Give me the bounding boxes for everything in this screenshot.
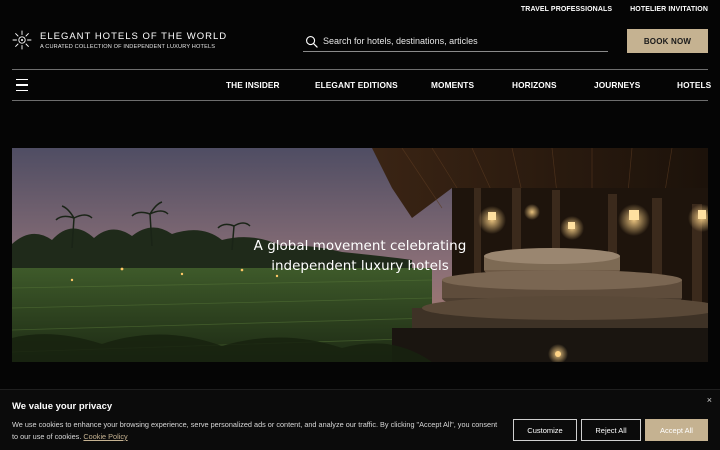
nav-item-hotels[interactable]: HOTELS: [677, 80, 711, 90]
main-navigation: THE INSIDER ELEGANT EDITIONS MOMENTS HOR…: [12, 69, 711, 101]
search-icon[interactable]: [305, 35, 318, 48]
hero-headline: A global movement celebrating independen…: [250, 236, 470, 276]
top-utility-links: TRAVEL PROFESSIONALS HOTELIER INVITATION: [521, 6, 708, 13]
reject-all-button[interactable]: Reject All: [581, 419, 641, 441]
nav-item-journeys[interactable]: JOURNEYS: [594, 80, 640, 90]
travel-professionals-link[interactable]: TRAVEL PROFESSIONALS: [521, 6, 612, 13]
hotelier-invitation-link[interactable]: HOTELIER INVITATION: [630, 6, 708, 13]
nav-item-elegant-editions[interactable]: ELEGANT EDITIONS: [315, 80, 398, 90]
customize-button[interactable]: Customize: [513, 419, 577, 441]
hamburger-menu-icon[interactable]: [16, 79, 28, 91]
nav-item-moments[interactable]: MOMENTS: [431, 80, 474, 90]
site-logo[interactable]: ELEGANT HOTELS OF THE WORLD A CURATED CO…: [12, 30, 227, 50]
hero-headline-line2: independent luxury hotels: [271, 258, 449, 274]
accept-all-button[interactable]: Accept All: [645, 419, 708, 441]
hero-banner: A global movement celebrating independen…: [12, 148, 708, 362]
cookie-title: We value your privacy: [12, 401, 113, 412]
search-bar: [303, 31, 608, 52]
nav-item-the-insider[interactable]: THE INSIDER: [226, 80, 280, 90]
book-now-button[interactable]: BOOK NOW: [627, 29, 708, 53]
close-icon[interactable]: ×: [707, 395, 712, 405]
brand-subtitle: A CURATED COLLECTION OF INDEPENDENT LUXU…: [40, 43, 216, 50]
cookie-description: We use cookies to enhance your browsing …: [12, 419, 504, 443]
nav-item-horizons[interactable]: HORIZONS: [512, 80, 557, 90]
brand-title: ELEGANT HOTELS OF THE WORLD: [40, 30, 228, 42]
search-input[interactable]: [323, 36, 608, 46]
sun-logo-icon: [12, 30, 32, 50]
cookie-consent-banner: We value your privacy × We use cookies t…: [0, 389, 720, 450]
cookie-policy-link[interactable]: Cookie Policy: [83, 432, 127, 441]
hero-headline-line1: A global movement celebrating: [253, 238, 467, 254]
